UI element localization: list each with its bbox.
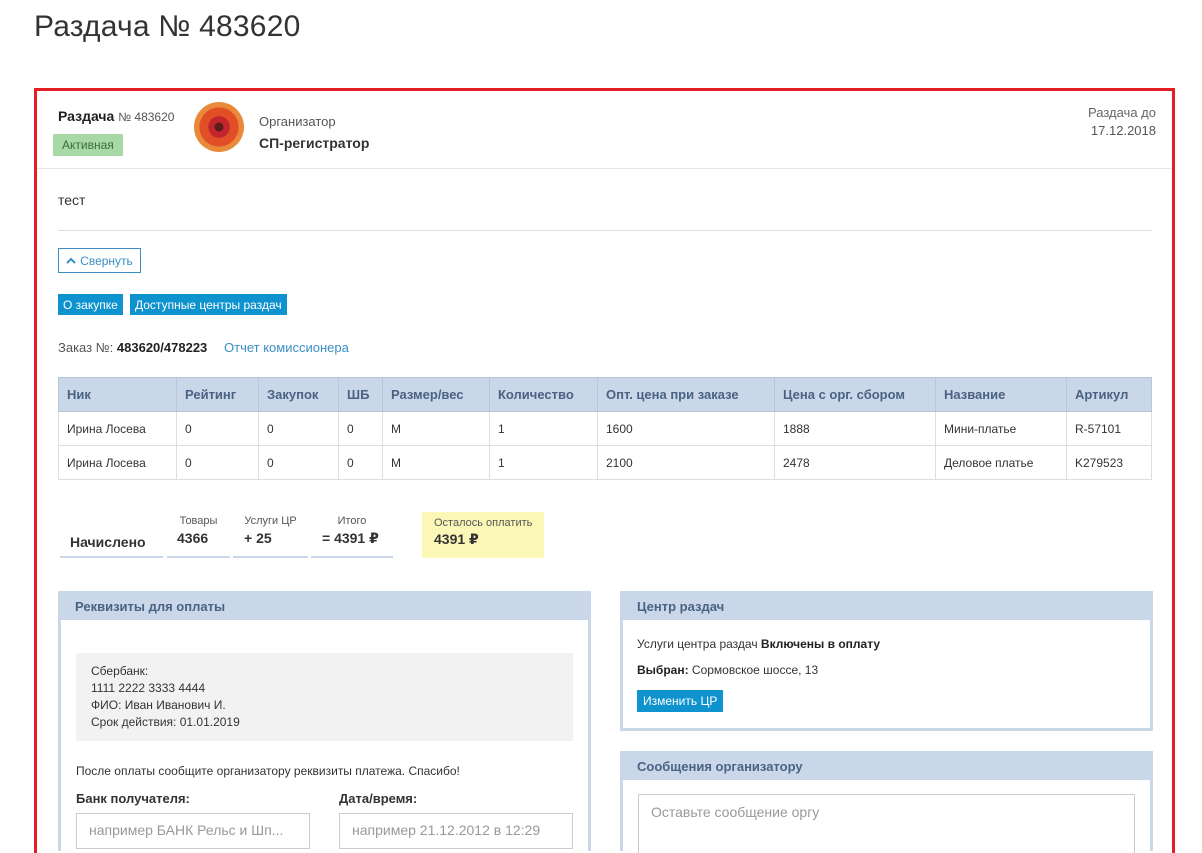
page-title: Раздача № 483620 [34, 10, 301, 43]
table-row: Ирина Лосева 0 0 0 M 1 1600 1888 Мини-пл… [58, 411, 1152, 446]
table-cell: 0 [338, 445, 383, 480]
accrued-label: Начислено [70, 534, 146, 550]
organizer-name[interactable]: СП-регистратор [259, 135, 369, 151]
chevron-up-icon [66, 257, 76, 264]
commissioner-report-link[interactable]: Отчет комиссионера [224, 340, 349, 355]
table-row: Ирина Лосева 0 0 0 M 1 2100 2478 Деловое… [58, 445, 1152, 480]
organizer-label: Организатор [259, 114, 336, 129]
column-header: Цена с орг. сбором [774, 377, 936, 412]
tab-available-centers[interactable]: Доступные центры раздач [130, 294, 287, 315]
table-cell: 0 [258, 445, 339, 480]
total-value: = 4391 ₽ [322, 530, 379, 546]
bank-name: Сбербанк: [91, 664, 149, 678]
order-value: 483620/478223 [116, 340, 208, 355]
services-summary: Услуги ЦР + 25 [233, 515, 308, 558]
payment-details-header: Реквизиты для оплаты [61, 594, 588, 620]
amount-due-value: 4391 ₽ [434, 531, 479, 547]
table-cell: 1888 [774, 411, 936, 446]
divider [58, 230, 1152, 231]
goods-value: 4366 [177, 530, 209, 546]
table-cell: R-57101 [1066, 411, 1152, 446]
payment-requisites: Сбербанк: 1111 2222 3333 4444 ФИО: Иван … [76, 653, 573, 741]
center-selected-value: Сормовское шоссе, 13 [691, 663, 819, 677]
table-cell: 1 [489, 445, 598, 480]
column-header: ШБ [338, 377, 383, 412]
accrued-block: Начислено [60, 512, 163, 558]
goods-label: Товары [179, 515, 218, 527]
column-header: Рейтинг [176, 377, 259, 412]
services-value: + 25 [244, 530, 272, 546]
column-header: Количество [489, 377, 598, 412]
column-header: Закупок [258, 377, 339, 412]
order-number: Заказ №: 483620/478223 [58, 340, 207, 355]
amount-due-box: Осталось оплатить 4391 ₽ [422, 512, 544, 558]
table-cell: M [382, 445, 490, 480]
card-number: 1111 2222 3333 4444 [91, 681, 206, 695]
datetime-label: Дата/время: [339, 791, 418, 806]
items-table: Ник Рейтинг Закупок ШБ Размер/вес Количе… [58, 377, 1152, 480]
accrued-underline [60, 556, 163, 558]
column-header: Артикул [1066, 377, 1152, 412]
organizer-messages-header: Сообщения организатору [623, 754, 1150, 780]
organizer-avatar[interactable] [194, 102, 244, 152]
distribution-header: Раздача № 483620 Активная Организатор СП… [37, 91, 1172, 169]
tab-about-purchase[interactable]: О закупке [58, 294, 123, 315]
center-services-text: Услуги центра раздач [637, 637, 758, 651]
distribution-title-text: Раздача [58, 108, 115, 124]
table-cell: 1 [489, 411, 598, 446]
message-textarea[interactable]: Оставьте сообщение оргу [638, 794, 1135, 853]
table-cell: Деловое платье [935, 445, 1067, 480]
column-header: Опт. цена при заказе [597, 377, 775, 412]
description: тест [58, 192, 86, 208]
table-cell: 0 [176, 411, 259, 446]
table-header-row: Ник Рейтинг Закупок ШБ Размер/вес Количе… [58, 377, 1152, 412]
center-selected-line: Выбран: Сормовское шоссе, 13 [637, 663, 818, 677]
card-holder: ФИО: Иван Иванович И. [91, 698, 226, 712]
column-header: Ник [58, 377, 177, 412]
column-header: Размер/вес [382, 377, 490, 412]
table-cell: 0 [258, 411, 339, 446]
distribution-center-header: Центр раздач [623, 594, 1150, 620]
order-label: Заказ №: [58, 340, 114, 355]
center-services-line: Услуги центра раздач Включены в оплату [637, 637, 880, 651]
table-cell: K279523 [1066, 445, 1152, 480]
table-cell: 0 [176, 445, 259, 480]
goods-summary: Товары 4366 [167, 515, 230, 558]
amount-due-label: Осталось оплатить [434, 517, 533, 529]
services-label: Услуги ЦР [244, 515, 297, 527]
recipient-bank-label: Банк получателя: [76, 791, 190, 806]
distribution-title: Раздача № 483620 [58, 108, 174, 124]
table-cell: Мини-платье [935, 411, 1067, 446]
datetime-input[interactable]: например 21.12.2012 в 12:29 [339, 813, 573, 849]
distribution-panel: Раздача № 483620 Активная Организатор СП… [34, 88, 1175, 853]
total-summary: Итого = 4391 ₽ [311, 515, 393, 558]
status-badge: Активная [53, 134, 123, 156]
table-cell: M [382, 411, 490, 446]
table-cell: 0 [338, 411, 383, 446]
goods-underline [167, 556, 230, 558]
collapse-label: Свернуть [80, 253, 133, 268]
distribution-number: № 483620 [118, 110, 175, 124]
until-date: 17.12.2018 [1090, 123, 1156, 138]
total-label: Итого [337, 515, 367, 527]
services-underline [233, 556, 308, 558]
table-cell: 1600 [597, 411, 775, 446]
table-cell: Ирина Лосева [58, 411, 177, 446]
recipient-bank-input[interactable]: например БАНК Рельс и Шп... [76, 813, 310, 849]
organizer-messages-box: Сообщения организатору Оставьте сообщени… [620, 751, 1153, 853]
collapse-button[interactable]: Свернуть [58, 248, 141, 273]
change-center-button[interactable]: Изменить ЦР [637, 690, 724, 712]
payment-details-box: Реквизиты для оплаты Сбербанк: 1111 2222… [58, 591, 591, 851]
column-header: Название [935, 377, 1067, 412]
after-payment-note: После оплаты сообщите организатору рекви… [76, 764, 460, 778]
center-services-status: Включены в оплату [760, 637, 881, 651]
distribution-center-box: Центр раздач Услуги центра раздач Включе… [620, 591, 1153, 731]
table-cell: 2100 [597, 445, 775, 480]
center-selected-label: Выбран: [637, 663, 689, 677]
total-underline [311, 556, 393, 558]
until-label: Раздача до [1088, 105, 1156, 120]
card-expiry: Срок действия: 01.01.2019 [91, 715, 240, 729]
table-cell: 2478 [774, 445, 936, 480]
table-cell: Ирина Лосева [58, 445, 177, 480]
